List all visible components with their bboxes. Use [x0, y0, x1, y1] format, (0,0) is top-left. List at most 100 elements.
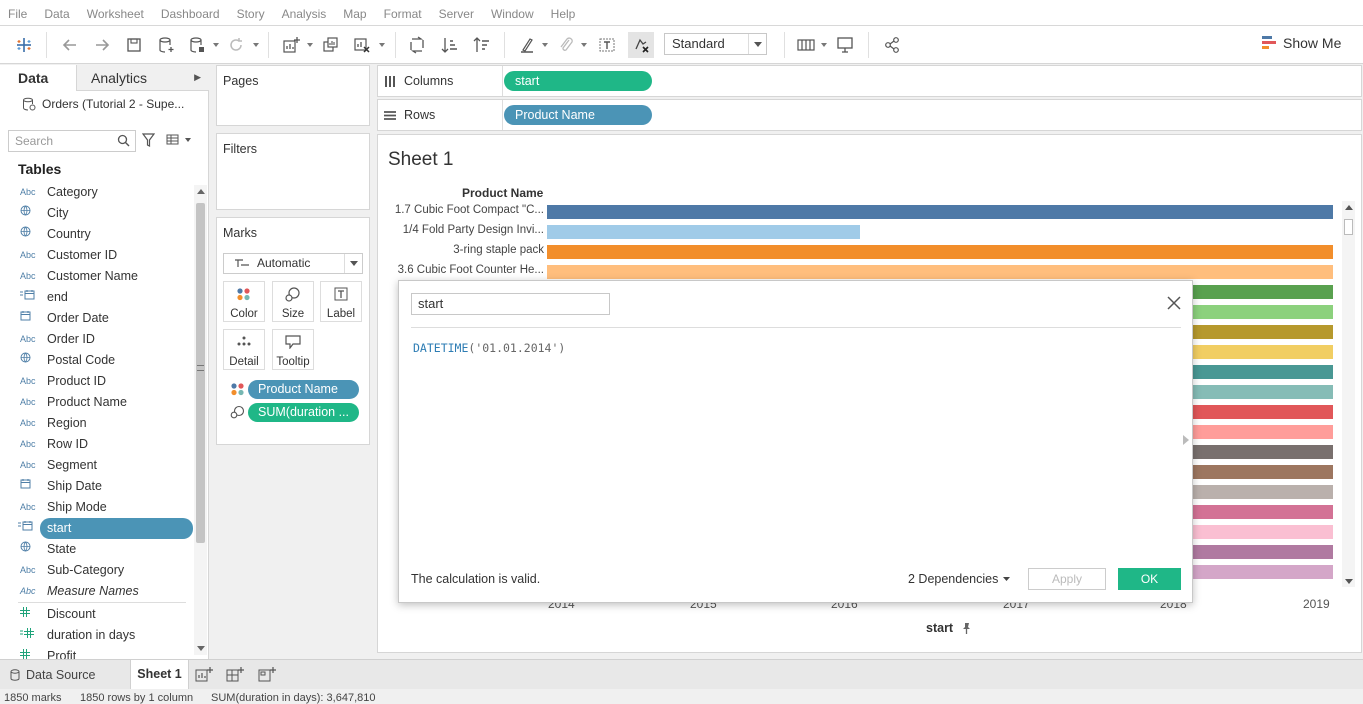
- menu-map[interactable]: Map: [343, 0, 366, 28]
- expand-functions-icon[interactable]: [1183, 435, 1189, 445]
- undo-icon[interactable]: [59, 34, 81, 56]
- row-label[interactable]: 3.6 Cubic Foot Counter He...: [378, 264, 544, 276]
- scroll-up-icon[interactable]: [1345, 205, 1353, 210]
- gantt-bar[interactable]: [547, 245, 1333, 259]
- pause-dropdown-icon[interactable]: [213, 43, 219, 47]
- tooltip-button[interactable]: Tooltip: [272, 329, 314, 370]
- menu-story[interactable]: Story: [237, 0, 265, 28]
- field-order-date[interactable]: Order Date: [0, 308, 193, 329]
- duplicate-sheet-icon[interactable]: [320, 34, 342, 56]
- formula-editor[interactable]: DATETIME('01.01.2014'): [413, 341, 565, 355]
- ok-button[interactable]: OK: [1118, 568, 1181, 590]
- columns-shelf[interactable]: Columns start: [377, 65, 1362, 97]
- field-list-scrollbar[interactable]: [194, 185, 207, 655]
- pages-card[interactable]: Pages: [216, 65, 370, 126]
- swap-rows-columns-icon[interactable]: [406, 34, 428, 56]
- group-members-icon[interactable]: [555, 34, 577, 56]
- field-end[interactable]: end: [0, 287, 193, 308]
- menu-server[interactable]: Server: [439, 0, 474, 28]
- apply-button[interactable]: Apply: [1028, 568, 1106, 590]
- row-header[interactable]: Product Name: [462, 186, 543, 200]
- row-label[interactable]: 1.7 Cubic Foot Compact "C...: [378, 204, 544, 216]
- group-dropdown-icon[interactable]: [581, 43, 587, 47]
- filter-icon[interactable]: [142, 133, 155, 147]
- field-row-id[interactable]: Abc Row ID: [0, 434, 193, 455]
- marks-pill-sum-duration[interactable]: SUM(duration ...: [248, 403, 359, 422]
- menu-help[interactable]: Help: [551, 0, 576, 28]
- field-customer-name[interactable]: Abc Customer Name: [0, 266, 193, 287]
- show-cards-icon[interactable]: [795, 34, 817, 56]
- menu-worksheet[interactable]: Worksheet: [87, 0, 144, 28]
- menu-window[interactable]: Window: [491, 0, 534, 28]
- tab-data-source[interactable]: Data Source: [0, 660, 130, 689]
- refresh-dropdown-icon[interactable]: [253, 43, 259, 47]
- detail-button[interactable]: Detail: [223, 329, 265, 370]
- fix-axes-icon[interactable]: [628, 32, 654, 58]
- sort-descending-icon[interactable]: [471, 34, 493, 56]
- sheet-title[interactable]: Sheet 1: [388, 149, 454, 171]
- presentation-mode-icon[interactable]: [834, 34, 856, 56]
- field-product-id[interactable]: Abc Product ID: [0, 371, 193, 392]
- field-customer-id[interactable]: Abc Customer ID: [0, 245, 193, 266]
- field-product-name[interactable]: Abc Product Name: [0, 392, 193, 413]
- tab-data[interactable]: Data: [0, 65, 76, 91]
- tab-analytics[interactable]: Analytics ▶: [76, 65, 209, 91]
- new-worksheet-icon[interactable]: [280, 34, 302, 56]
- gantt-bar[interactable]: [547, 225, 860, 239]
- dependencies-dropdown[interactable]: 2 Dependencies: [908, 572, 1011, 586]
- pause-updates-icon[interactable]: [186, 34, 208, 56]
- field-postal-code[interactable]: Postal Code: [0, 350, 193, 371]
- x-axis-title[interactable]: start: [926, 621, 973, 635]
- menu-file[interactable]: File: [8, 0, 27, 28]
- new-dashboard-tab-icon[interactable]: [226, 666, 244, 684]
- new-sheet-dropdown-icon[interactable]: [307, 43, 313, 47]
- menu-data[interactable]: Data: [44, 0, 69, 28]
- row-label[interactable]: 3-ring staple pack: [378, 244, 544, 256]
- highlight-icon[interactable]: [516, 34, 538, 56]
- field-region[interactable]: Abc Region: [0, 413, 193, 434]
- show-mark-labels-icon[interactable]: [596, 34, 618, 56]
- rows-shelf[interactable]: Rows Product Name: [377, 99, 1362, 131]
- label-button[interactable]: Label: [320, 281, 362, 322]
- show-cards-dropdown-icon[interactable]: [821, 43, 827, 47]
- close-icon[interactable]: [1166, 295, 1182, 311]
- menu-analysis[interactable]: Analysis: [282, 0, 327, 28]
- share-icon[interactable]: [881, 34, 903, 56]
- field-start[interactable]: start: [18, 518, 193, 539]
- datasource-item[interactable]: Orders (Tutorial 2 - Supe...: [22, 97, 184, 111]
- field-ship-mode[interactable]: Abc Ship Mode: [0, 497, 193, 518]
- redo-icon[interactable]: [91, 34, 113, 56]
- gantt-bar[interactable]: [547, 265, 1333, 279]
- gantt-bar[interactable]: [547, 205, 1333, 219]
- field-segment[interactable]: Abc Segment: [0, 455, 193, 476]
- rows-pill-product-name[interactable]: Product Name: [504, 105, 652, 125]
- view-options-icon[interactable]: [166, 134, 192, 149]
- field-sub-category[interactable]: Abc Sub-Category: [0, 560, 193, 581]
- scroll-thumb[interactable]: [1344, 219, 1353, 235]
- field-category[interactable]: Abc Category: [0, 182, 193, 203]
- refresh-icon[interactable]: [225, 34, 247, 56]
- field-state[interactable]: State: [0, 539, 193, 560]
- menu-format[interactable]: Format: [384, 0, 422, 28]
- scroll-up-icon[interactable]: [197, 189, 205, 194]
- search-input[interactable]: Search: [8, 130, 136, 152]
- new-datasource-icon[interactable]: [155, 34, 177, 56]
- scroll-thumb[interactable]: [196, 203, 205, 543]
- menu-dashboard[interactable]: Dashboard: [161, 0, 220, 28]
- tab-menu-icon[interactable]: ▶: [194, 72, 201, 83]
- show-me-button[interactable]: Show Me: [1262, 35, 1341, 51]
- scroll-down-icon[interactable]: [197, 646, 205, 651]
- field-measure-names[interactable]: Abc Measure Names: [0, 581, 193, 602]
- highlight-dropdown-icon[interactable]: [542, 43, 548, 47]
- new-worksheet-tab-icon[interactable]: [195, 666, 213, 684]
- columns-pill-start[interactable]: start: [504, 71, 652, 91]
- size-button[interactable]: Size: [272, 281, 314, 322]
- scroll-down-icon[interactable]: [1345, 579, 1353, 584]
- color-button[interactable]: Color: [223, 281, 265, 322]
- save-icon[interactable]: [123, 34, 145, 56]
- view-scrollbar[interactable]: [1342, 201, 1355, 587]
- field-country[interactable]: Country: [0, 224, 193, 245]
- field-discount[interactable]: Discount: [0, 604, 193, 625]
- field-ship-date[interactable]: Ship Date: [0, 476, 193, 497]
- mark-type-select[interactable]: Automatic: [223, 253, 363, 274]
